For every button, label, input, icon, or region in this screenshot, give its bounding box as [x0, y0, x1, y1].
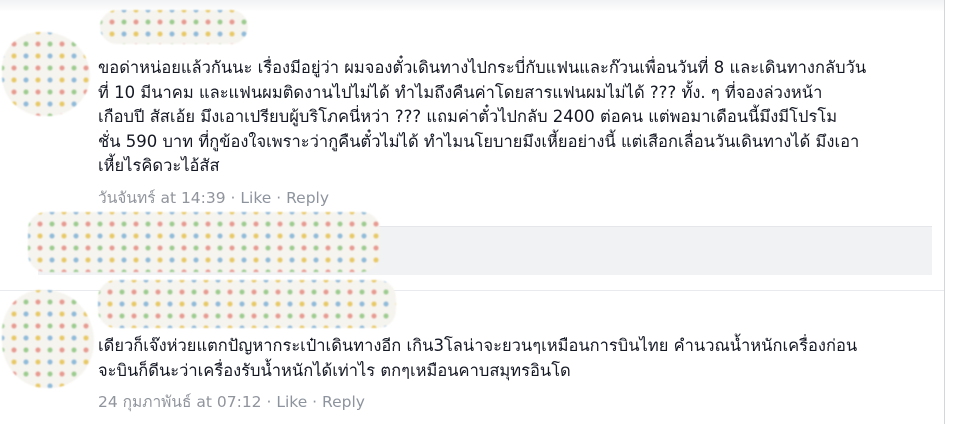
- meta-separator: ·: [261, 393, 277, 411]
- like-link[interactable]: Like: [276, 393, 307, 411]
- reply-link[interactable]: Reply: [322, 393, 365, 411]
- reply-link[interactable]: Reply: [286, 189, 329, 207]
- meta-separator: ·: [225, 189, 241, 207]
- comment-text: ขอด่าหน่อยแล้วกันนะ เรื่องมีอยู่ว่า ผมจอ…: [98, 58, 867, 175]
- meta-separator: ·: [307, 393, 323, 411]
- like-link[interactable]: Like: [240, 189, 271, 207]
- meta-separator: ·: [271, 189, 287, 207]
- commenter-avatar-icon[interactable]: [2, 32, 90, 116]
- comment-timestamp[interactable]: วันจันทร์ at 14:39: [98, 189, 226, 207]
- comment-text: เดียวก็เจ๊งห่วยแตกปัญหากระเป๋าเดินทางอีก…: [98, 336, 858, 380]
- commenter-name-blurred-icon[interactable]: [100, 10, 248, 44]
- comment-timestamp[interactable]: 24 กุมภาพันธ์ at 07:12: [98, 393, 262, 411]
- commenter-name-blurred-icon[interactable]: [98, 280, 396, 328]
- comment-meta: วันจันทร์ at 14:39 · Like · Reply: [98, 185, 329, 210]
- right-border: [944, 0, 945, 424]
- comment-meta: 24 กุมภาพันธ์ at 07:12 · Like · Reply: [98, 389, 365, 414]
- reply-placeholder-blurred-icon: [28, 212, 380, 272]
- commenter-avatar-icon[interactable]: [2, 290, 94, 388]
